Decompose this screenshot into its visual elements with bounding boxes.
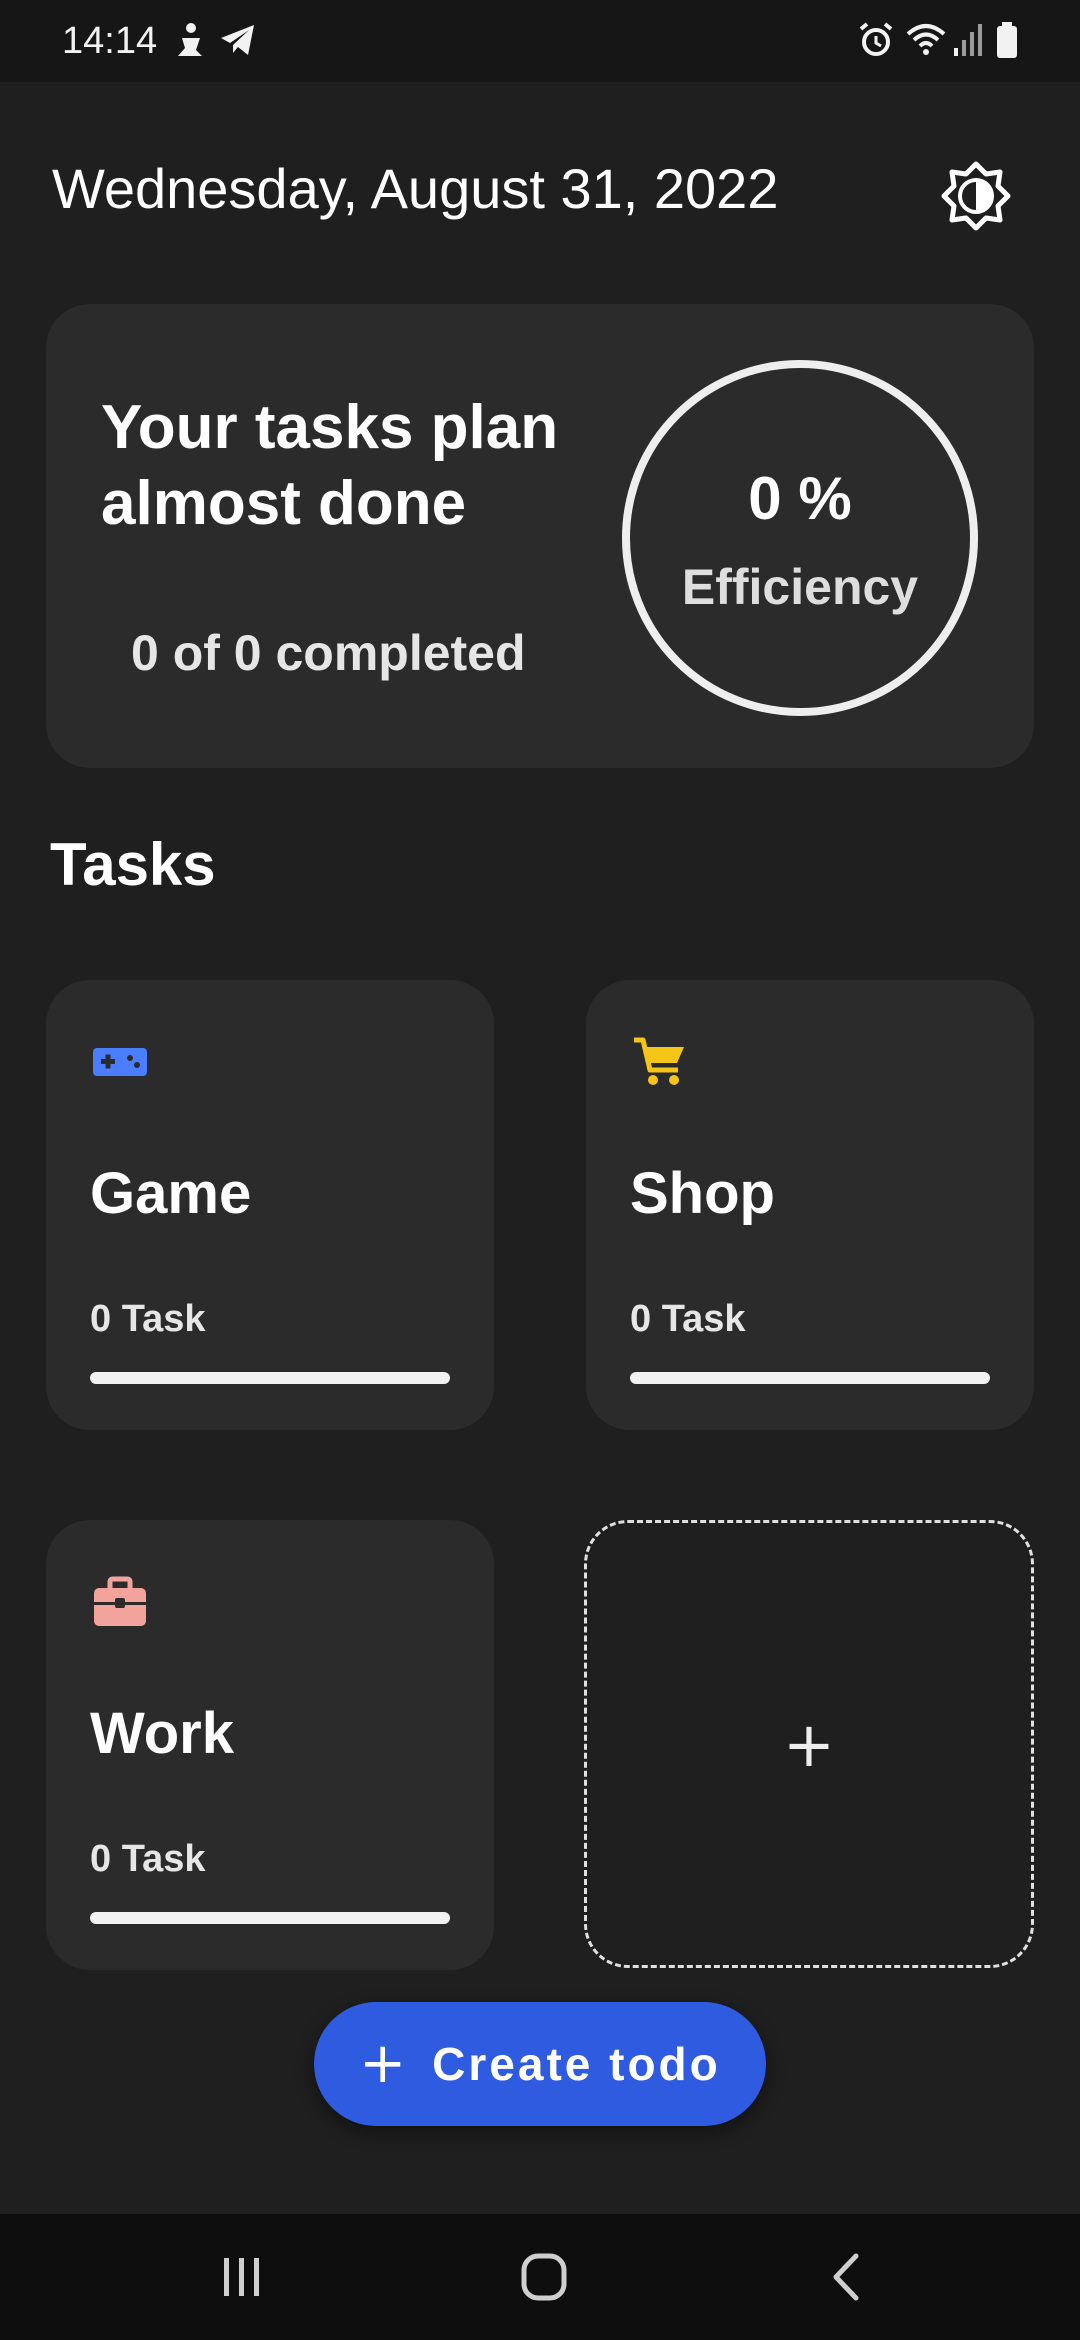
status-bar: 14:14	[0, 0, 1080, 82]
briefcase-icon	[94, 1576, 146, 1626]
home-icon[interactable]	[504, 2242, 584, 2312]
summary-card: Your tasks plan almost done 0 of 0 compl…	[46, 304, 1034, 768]
category-name: Work	[90, 1701, 234, 1766]
completed-count: 0 of 0 completed	[131, 625, 526, 681]
create-todo-button[interactable]: + Create todo	[314, 2002, 766, 2126]
wifi-icon	[906, 24, 946, 55]
category-task-count: 0 Task	[630, 1298, 746, 1340]
section-title-tasks: Tasks	[50, 831, 216, 898]
person-status-icon	[178, 23, 202, 56]
category-card-shop[interactable]: Shop 0 Task	[586, 980, 1034, 1430]
category-name: Shop	[630, 1161, 775, 1226]
page-title: Wednesday, August 31, 2022	[52, 157, 779, 220]
category-task-count: 0 Task	[90, 1838, 206, 1880]
category-card-game[interactable]: Game 0 Task	[46, 980, 494, 1430]
status-time: 14:14	[62, 20, 158, 62]
cart-icon	[634, 1037, 684, 1085]
system-nav-bar	[0, 2214, 1080, 2340]
category-task-count: 0 Task	[90, 1298, 206, 1340]
category-name: Game	[90, 1161, 252, 1226]
alarm-icon	[859, 22, 893, 56]
category-progress-bar	[90, 1372, 450, 1384]
brightness-icon[interactable]	[940, 160, 1012, 232]
back-icon[interactable]	[806, 2242, 886, 2312]
efficiency-value: 0 %	[748, 465, 852, 532]
efficiency-ring: 0 % Efficiency	[622, 360, 978, 716]
plus-icon: +	[783, 1707, 835, 1781]
category-card-work[interactable]: Work 0 Task	[46, 1520, 494, 1970]
category-progress-bar	[90, 1912, 450, 1924]
battery-icon	[997, 22, 1017, 58]
efficiency-label: Efficiency	[681, 559, 919, 615]
create-todo-label: Create todo	[432, 2038, 721, 2090]
recents-icon[interactable]	[202, 2242, 282, 2312]
signal-icon	[954, 24, 982, 56]
gamepad-icon	[93, 1048, 147, 1076]
telegram-icon	[221, 25, 254, 55]
summary-headline: Your tasks plan almost done	[101, 393, 559, 538]
category-progress-bar	[630, 1372, 990, 1384]
add-category-button[interactable]: +	[584, 1520, 1034, 1968]
plus-icon: +	[359, 2031, 407, 2096]
